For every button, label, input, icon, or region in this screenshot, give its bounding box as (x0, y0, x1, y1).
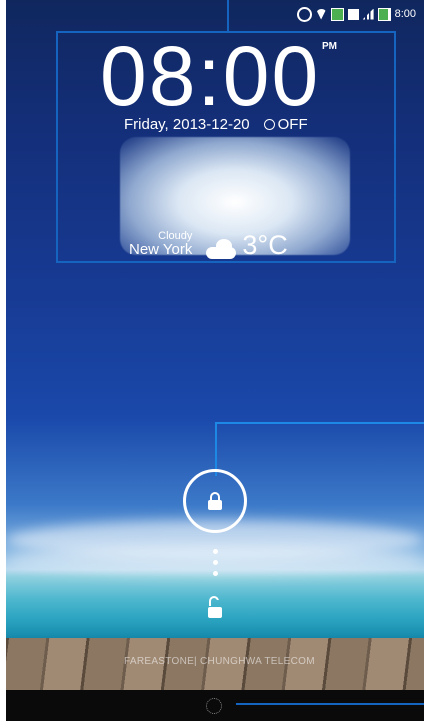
cloudy-weather-icon (206, 238, 237, 259)
lock-icon (208, 492, 222, 510)
date-text: Friday, 2013-12-20 (124, 116, 250, 133)
callout-line-lock-vertical (215, 422, 217, 476)
sim-icon (347, 8, 359, 20)
clock-ampm: PM (322, 41, 337, 52)
weather-row[interactable]: Cloudy New York 3°C (129, 230, 288, 259)
status-time: 8:00 (394, 8, 416, 20)
unlock-icon[interactable] (207, 596, 223, 620)
notification-icon (330, 7, 344, 21)
battery-icon (377, 7, 391, 21)
callout-line-lock-horizontal (215, 422, 424, 424)
home-circle-icon[interactable] (206, 698, 222, 714)
weather-temperature: 3°C (242, 229, 288, 260)
alarm-status: OFF (263, 116, 308, 133)
status-bar: 8:00 (6, 0, 424, 28)
callout-line-widget (227, 0, 229, 31)
alarm-clock-icon (263, 119, 275, 130)
unlock-path-dots (213, 549, 218, 576)
rotation-icon (296, 6, 312, 22)
weather-city: New York (129, 241, 193, 259)
lock-handle[interactable] (183, 469, 247, 533)
signal-icon (362, 8, 374, 20)
wifi-icon (315, 8, 327, 20)
alarm-text: OFF (277, 116, 308, 133)
date-row: Friday, 2013-12-20 OFF (124, 116, 308, 133)
carrier-watermark: FAREASTONE| CHUNGHWA TELECOM (124, 656, 315, 667)
clock-time: 08:00 (100, 29, 321, 123)
callout-line-nav (236, 703, 424, 705)
